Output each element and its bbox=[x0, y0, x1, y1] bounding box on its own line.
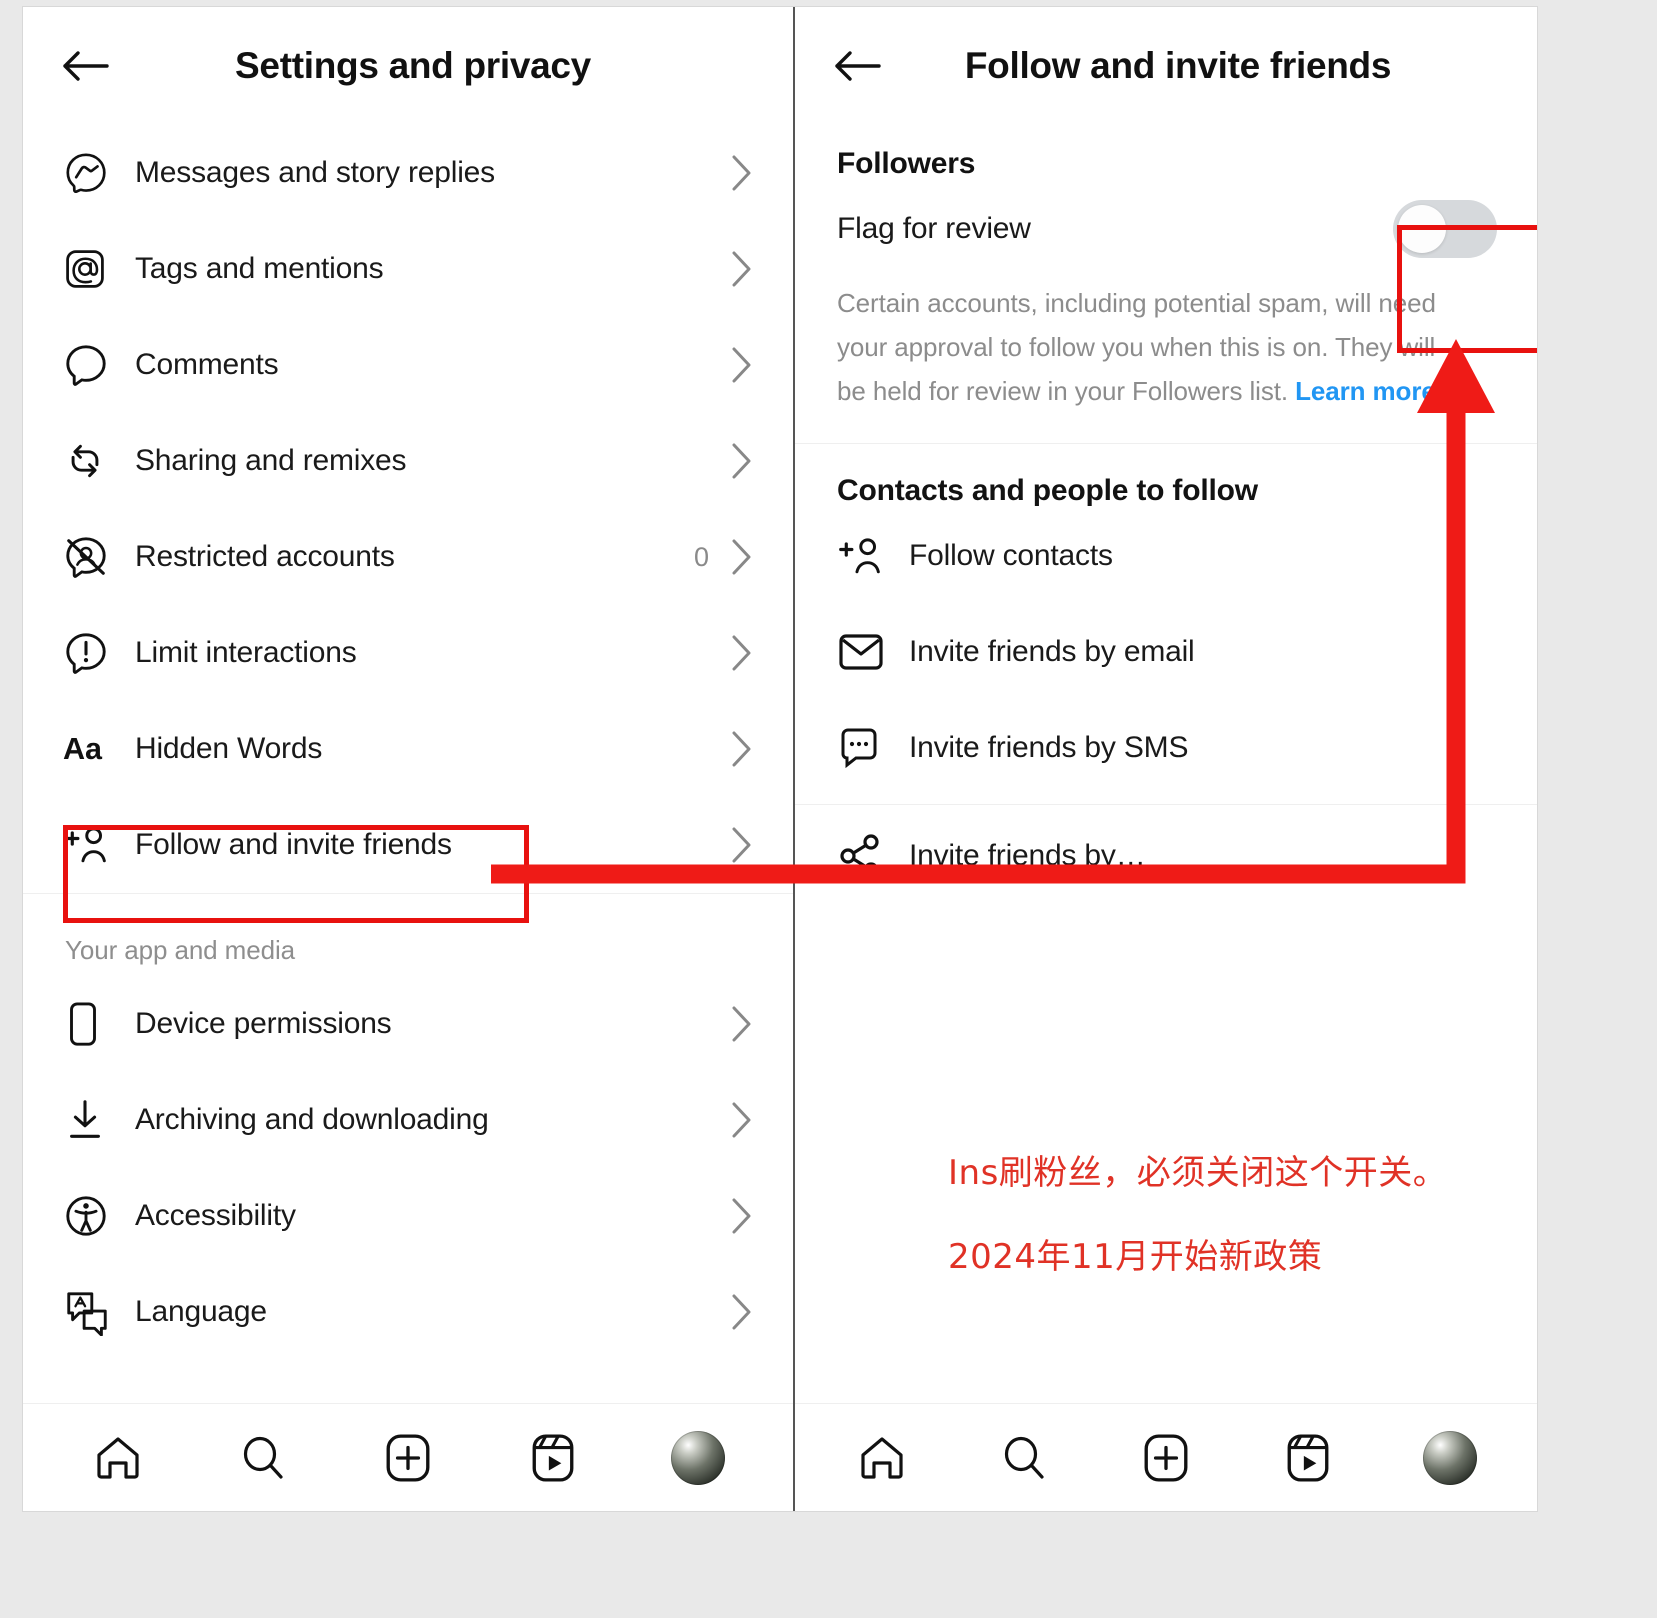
learn-more-link[interactable]: Learn more bbox=[1295, 376, 1436, 406]
sidebar-item-limit-interactions[interactable]: Limit interactions bbox=[23, 605, 793, 701]
language-translate-icon bbox=[63, 1288, 121, 1336]
sidebar-item-device-permissions[interactable]: Device permissions bbox=[23, 976, 793, 1072]
chevron-right-icon bbox=[731, 1101, 753, 1139]
sidebar-item-accessibility[interactable]: Accessibility bbox=[23, 1168, 793, 1264]
sidebar-item-messages[interactable]: Messages and story replies bbox=[23, 125, 793, 221]
description-trailing: . bbox=[1435, 376, 1443, 406]
sidebar-item-sharing[interactable]: Sharing and remixes bbox=[23, 413, 793, 509]
sidebar-item-label: Sharing and remixes bbox=[135, 444, 407, 477]
sidebar-item-label: Hidden Words bbox=[135, 732, 323, 765]
list-item-label: Invite friends by… bbox=[909, 839, 1146, 872]
list-item-invite-email[interactable]: Invite friends by email bbox=[795, 604, 1537, 700]
sidebar-item-follow-and-invite-friends[interactable]: Follow and invite friends bbox=[23, 797, 793, 893]
avatar bbox=[671, 1430, 726, 1485]
avatar bbox=[1423, 1430, 1477, 1485]
list-item-invite-sms[interactable]: Invite friends by SMS bbox=[795, 700, 1537, 796]
restricted-account-icon bbox=[63, 533, 121, 581]
bottom-nav-left bbox=[23, 1403, 793, 1511]
sms-bubble-icon bbox=[837, 724, 895, 772]
followers-group-title: Followers bbox=[837, 147, 976, 180]
home-icon[interactable] bbox=[80, 1423, 156, 1493]
reels-icon[interactable] bbox=[1270, 1423, 1346, 1493]
sidebar-item-label: Messages and story replies bbox=[135, 156, 495, 189]
chevron-right-icon bbox=[731, 826, 753, 864]
sidebar-item-label: Tags and mentions bbox=[135, 252, 384, 285]
create-plus-icon[interactable] bbox=[370, 1423, 446, 1493]
settings-header: Settings and privacy bbox=[23, 7, 793, 125]
download-icon bbox=[63, 1096, 121, 1144]
search-icon[interactable] bbox=[225, 1423, 301, 1493]
chevron-right-icon bbox=[731, 730, 753, 768]
contacts-group-title: Contacts and people to follow bbox=[837, 474, 1258, 507]
chevron-right-icon bbox=[731, 346, 753, 384]
sidebar-item-comments[interactable]: Comments bbox=[23, 317, 793, 413]
sidebar-item-label: Follow and invite friends bbox=[135, 828, 452, 861]
profile-avatar[interactable] bbox=[1412, 1423, 1488, 1493]
profile-avatar[interactable] bbox=[660, 1423, 736, 1493]
add-person-icon bbox=[63, 821, 121, 869]
comment-bubble-icon bbox=[63, 341, 121, 389]
back-arrow-icon[interactable] bbox=[831, 45, 883, 87]
chevron-right-icon bbox=[731, 634, 753, 672]
home-icon[interactable] bbox=[844, 1423, 920, 1493]
sidebar-item-label: Accessibility bbox=[135, 1199, 296, 1232]
chevron-right-icon bbox=[731, 1005, 753, 1043]
limit-interactions-icon bbox=[63, 629, 121, 677]
follow-invite-panel: Follow and invite friends Followers Flag… bbox=[795, 7, 1537, 1511]
section-divider bbox=[23, 893, 793, 909]
list-item-invite-other[interactable]: Invite friends by… bbox=[795, 805, 1537, 901]
flag-for-review-toggle[interactable] bbox=[1393, 200, 1497, 258]
chevron-right-icon bbox=[731, 1293, 753, 1331]
list-item-label: Follow contacts bbox=[909, 539, 1113, 572]
sidebar-item-language[interactable]: Language bbox=[23, 1264, 793, 1360]
flag-for-review-label: Flag for review bbox=[837, 212, 1031, 245]
section-caption: Your app and media bbox=[65, 935, 295, 965]
envelope-icon bbox=[837, 628, 895, 676]
device-phone-icon bbox=[63, 1000, 121, 1048]
hidden-words-aa-icon: Aa bbox=[63, 725, 121, 773]
sidebar-item-label: Restricted accounts bbox=[135, 540, 395, 573]
add-person-icon bbox=[837, 532, 895, 580]
chevron-right-icon bbox=[731, 154, 753, 192]
sidebar-item-archiving-downloading[interactable]: Archiving and downloading bbox=[23, 1072, 793, 1168]
share-nodes-icon bbox=[837, 832, 895, 880]
sidebar-item-label: Limit interactions bbox=[135, 636, 357, 669]
list-item-label: Invite friends by SMS bbox=[909, 731, 1189, 764]
screenshot-root: Settings and privacy Messages and story … bbox=[0, 0, 1657, 1618]
share-remix-icon bbox=[63, 437, 121, 485]
list-item-follow-contacts[interactable]: Follow contacts bbox=[795, 508, 1537, 604]
settings-panel: Settings and privacy Messages and story … bbox=[23, 7, 795, 1511]
sidebar-item-label: Archiving and downloading bbox=[135, 1103, 489, 1136]
page-title: Settings and privacy bbox=[235, 45, 591, 86]
back-arrow-icon[interactable] bbox=[59, 45, 111, 87]
sidebar-item-count: 0 bbox=[693, 541, 709, 572]
page-title: Follow and invite friends bbox=[964, 45, 1392, 86]
flag-for-review-row: Flag for review bbox=[795, 181, 1537, 277]
app-frame: Settings and privacy Messages and story … bbox=[22, 6, 1538, 1512]
bottom-nav-right bbox=[795, 1403, 1537, 1511]
accessibility-icon bbox=[63, 1192, 121, 1240]
chevron-right-icon bbox=[731, 1197, 753, 1235]
sidebar-item-label: Language bbox=[135, 1295, 267, 1328]
settings-list: Messages and story replies Tags and ment… bbox=[23, 125, 793, 1403]
chevron-right-icon bbox=[731, 250, 753, 288]
at-mention-icon bbox=[63, 245, 121, 293]
sidebar-item-tags[interactable]: Tags and mentions bbox=[23, 221, 793, 317]
flag-for-review-description: Certain accounts, including potential sp… bbox=[795, 277, 1495, 443]
search-icon[interactable] bbox=[986, 1423, 1062, 1493]
svg-text:Aa: Aa bbox=[63, 732, 103, 766]
follow-invite-header: Follow and invite friends bbox=[795, 7, 1537, 125]
list-item-label: Invite friends by email bbox=[909, 635, 1195, 668]
sidebar-item-restricted[interactable]: Restricted accounts 0 bbox=[23, 509, 793, 605]
reels-icon[interactable] bbox=[515, 1423, 591, 1493]
sidebar-item-label: Comments bbox=[135, 348, 279, 381]
toggle-knob bbox=[1398, 205, 1446, 253]
sidebar-item-hidden-words[interactable]: Aa Hidden Words bbox=[23, 701, 793, 797]
chevron-right-icon bbox=[731, 442, 753, 480]
create-plus-icon[interactable] bbox=[1128, 1423, 1204, 1493]
follow-invite-list: Followers Flag for review Certain accoun… bbox=[795, 125, 1537, 1403]
chevron-right-icon bbox=[731, 538, 753, 576]
messenger-icon bbox=[63, 149, 121, 197]
sidebar-item-label: Device permissions bbox=[135, 1007, 392, 1040]
